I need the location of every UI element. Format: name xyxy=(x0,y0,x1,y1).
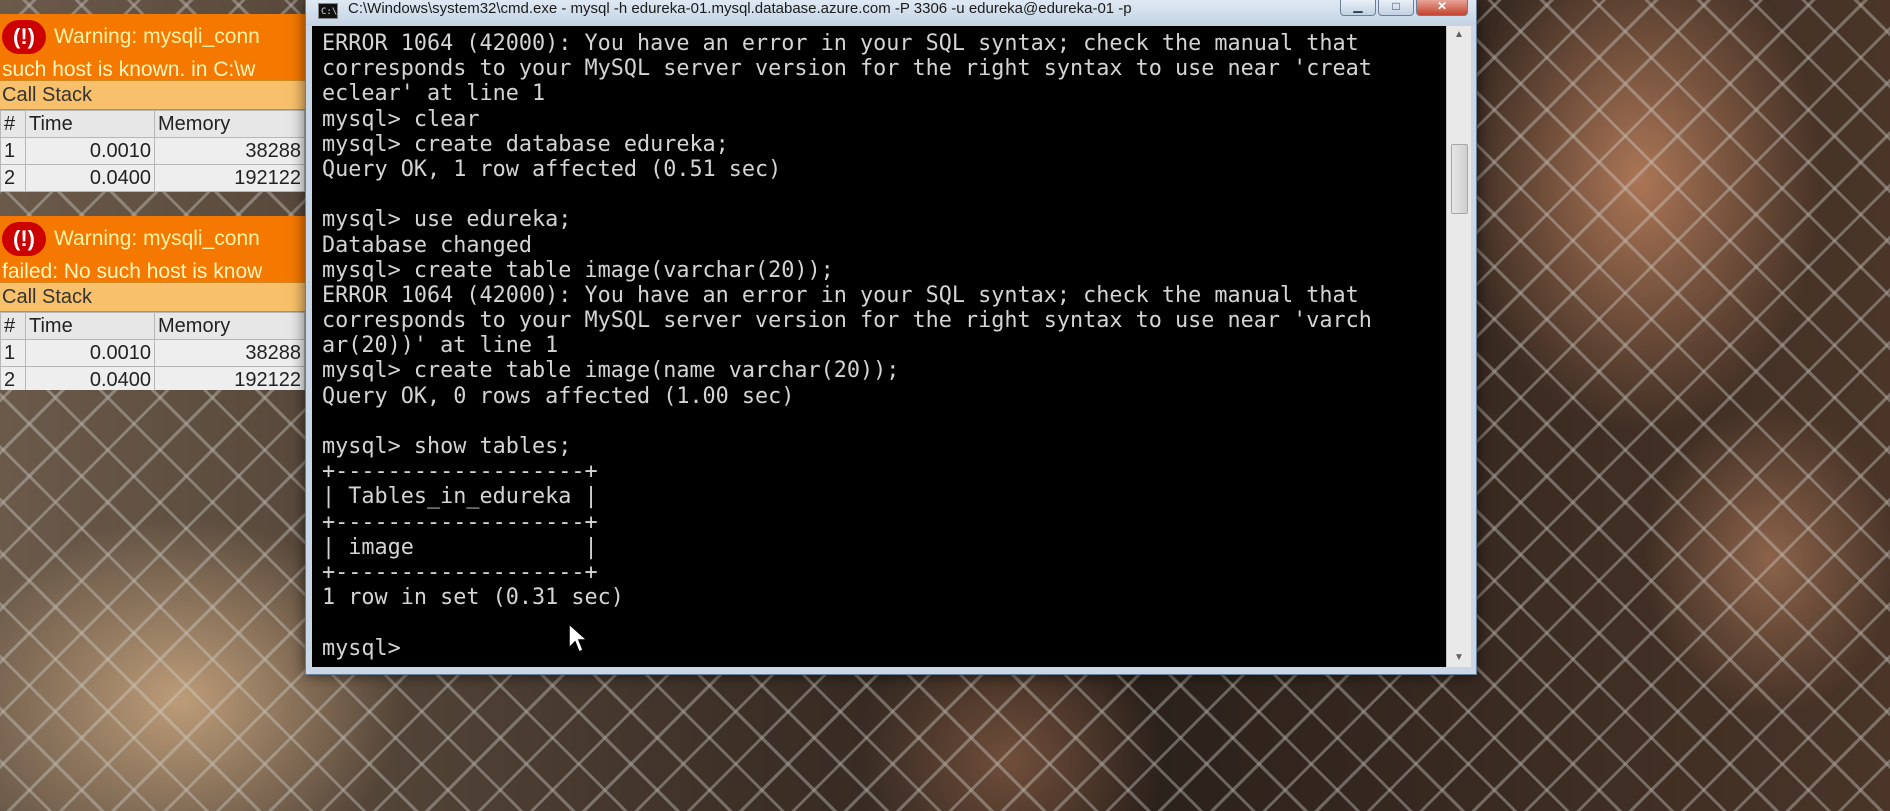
table-cell: 192122 xyxy=(154,366,305,390)
table-cell: 192122 xyxy=(154,164,305,192)
window-titlebar[interactable]: C:\ C:\Windows\system32\cmd.exe - mysql … xyxy=(306,0,1476,26)
console-line: mysql> create table image(varchar(20)); xyxy=(322,257,834,283)
mouse-pointer-icon xyxy=(568,623,588,654)
console-line: mysql> use edureka; xyxy=(322,207,572,233)
window-controls: ▁ □ ✕ xyxy=(1338,0,1468,16)
table-row: 2 0.0400 192122 xyxy=(0,366,305,390)
console-line: ar(20))' at line 1 xyxy=(322,333,559,359)
console-output[interactable]: ERROR 1064 (42000): You have an error in… xyxy=(312,26,1446,667)
scroll-down-arrow-icon[interactable]: ▼ xyxy=(1447,649,1471,667)
column-header: # xyxy=(0,312,26,340)
php-warning-panel: (!) Warning: mysqli_conn such host is kno… xyxy=(0,0,305,390)
console-line: +-------------------+ xyxy=(322,559,598,585)
warning-message-detail: such host is known. in C:\w xyxy=(2,58,256,81)
php-warning-2: (!) Warning: mysqli_conn failed: No such … xyxy=(0,216,305,390)
close-button[interactable]: ✕ xyxy=(1416,0,1468,16)
column-header: Time xyxy=(24,110,156,138)
table-cell: 1 xyxy=(0,137,26,165)
console-line: ERROR 1064 (42000): You have an error in… xyxy=(322,282,1359,308)
php-warning-1: (!) Warning: mysqli_conn such host is kno… xyxy=(0,14,305,192)
warning-message-detail: failed: No such host is know xyxy=(2,260,263,283)
console-line: eclear' at line 1 xyxy=(322,81,546,107)
table-cell: 38288 xyxy=(154,137,305,165)
maximize-button[interactable]: □ xyxy=(1378,0,1414,16)
table-row: 2 0.0400 192122 xyxy=(0,164,305,192)
console-line: Query OK, 0 rows affected (1.00 sec) xyxy=(322,383,795,409)
console-text: ERROR 1064 (42000): You have an error in… xyxy=(322,31,1372,661)
column-header: # xyxy=(0,110,26,138)
warning-message: Warning: mysqli_conn xyxy=(54,25,260,48)
console-line: corresponds to your MySQL server version… xyxy=(322,308,1372,334)
column-header: Memory xyxy=(154,110,305,138)
warning-icon: (!) xyxy=(2,20,46,54)
window-title: C:\Windows\system32\cmd.exe - mysql -h e… xyxy=(348,0,1132,17)
cmd-window[interactable]: C:\ C:\Windows\system32\cmd.exe - mysql … xyxy=(305,0,1477,675)
warning-message: Warning: mysqli_conn xyxy=(54,227,260,250)
column-header: Memory xyxy=(154,312,305,340)
console-line: corresponds to your MySQL server version… xyxy=(322,56,1372,82)
cmd-icon[interactable]: C:\ xyxy=(318,3,338,19)
table-cell: 2 xyxy=(0,164,26,192)
table-cell: 0.0010 xyxy=(24,137,156,165)
table-header-row: # Time Memory xyxy=(0,110,305,138)
call-stack-table: # Time Memory 1 0.0010 38288 2 0.0400 19… xyxy=(0,312,305,390)
call-stack-table: # Time Memory 1 0.0010 38288 2 0.0400 19… xyxy=(0,110,305,192)
console-line: mysql> create table image(name varchar(2… xyxy=(322,358,900,384)
console-line: | Tables_in_edureka | xyxy=(322,484,598,510)
table-row: 1 0.0010 38288 xyxy=(0,137,305,165)
console-line: mysql> show tables; xyxy=(322,434,572,459)
minimize-button[interactable]: ▁ xyxy=(1340,0,1376,16)
console-line: +-------------------+ xyxy=(322,459,598,485)
call-stack-label: Call Stack xyxy=(0,282,305,312)
console-line: mysql> clear xyxy=(322,106,480,132)
scroll-thumb[interactable] xyxy=(1451,144,1468,214)
table-cell: 1 xyxy=(0,339,26,367)
scroll-up-arrow-icon[interactable]: ▲ xyxy=(1447,26,1471,44)
warning-header: (!) Warning: mysqli_conn failed: No such … xyxy=(0,216,305,283)
console-line: Query OK, 1 row affected (0.51 sec) xyxy=(322,156,782,182)
console-line: mysql> create database edureka; xyxy=(322,131,729,157)
vertical-scrollbar[interactable]: ▲ ▼ xyxy=(1446,26,1471,667)
table-cell: 0.0010 xyxy=(24,339,156,367)
warning-header: (!) Warning: mysqli_conn such host is kno… xyxy=(0,14,305,81)
table-cell: 2 xyxy=(0,366,26,390)
call-stack-label: Call Stack xyxy=(0,80,305,110)
console-line: mysql> xyxy=(322,635,401,661)
table-cell: 0.0400 xyxy=(24,366,156,390)
console-line: ERROR 1064 (42000): You have an error in… xyxy=(322,31,1359,56)
console-line: 1 row in set (0.31 sec) xyxy=(322,585,624,611)
table-cell: 38288 xyxy=(154,339,305,367)
table-row: 1 0.0010 38288 xyxy=(0,339,305,367)
column-header: Time xyxy=(24,312,156,340)
warning-icon: (!) xyxy=(2,222,46,256)
table-header-row: # Time Memory xyxy=(0,312,305,340)
console-line: +-------------------+ xyxy=(322,509,598,535)
console-line: Database changed xyxy=(322,232,532,258)
console-line: | image | xyxy=(322,534,598,560)
table-cell: 0.0400 xyxy=(24,164,156,192)
